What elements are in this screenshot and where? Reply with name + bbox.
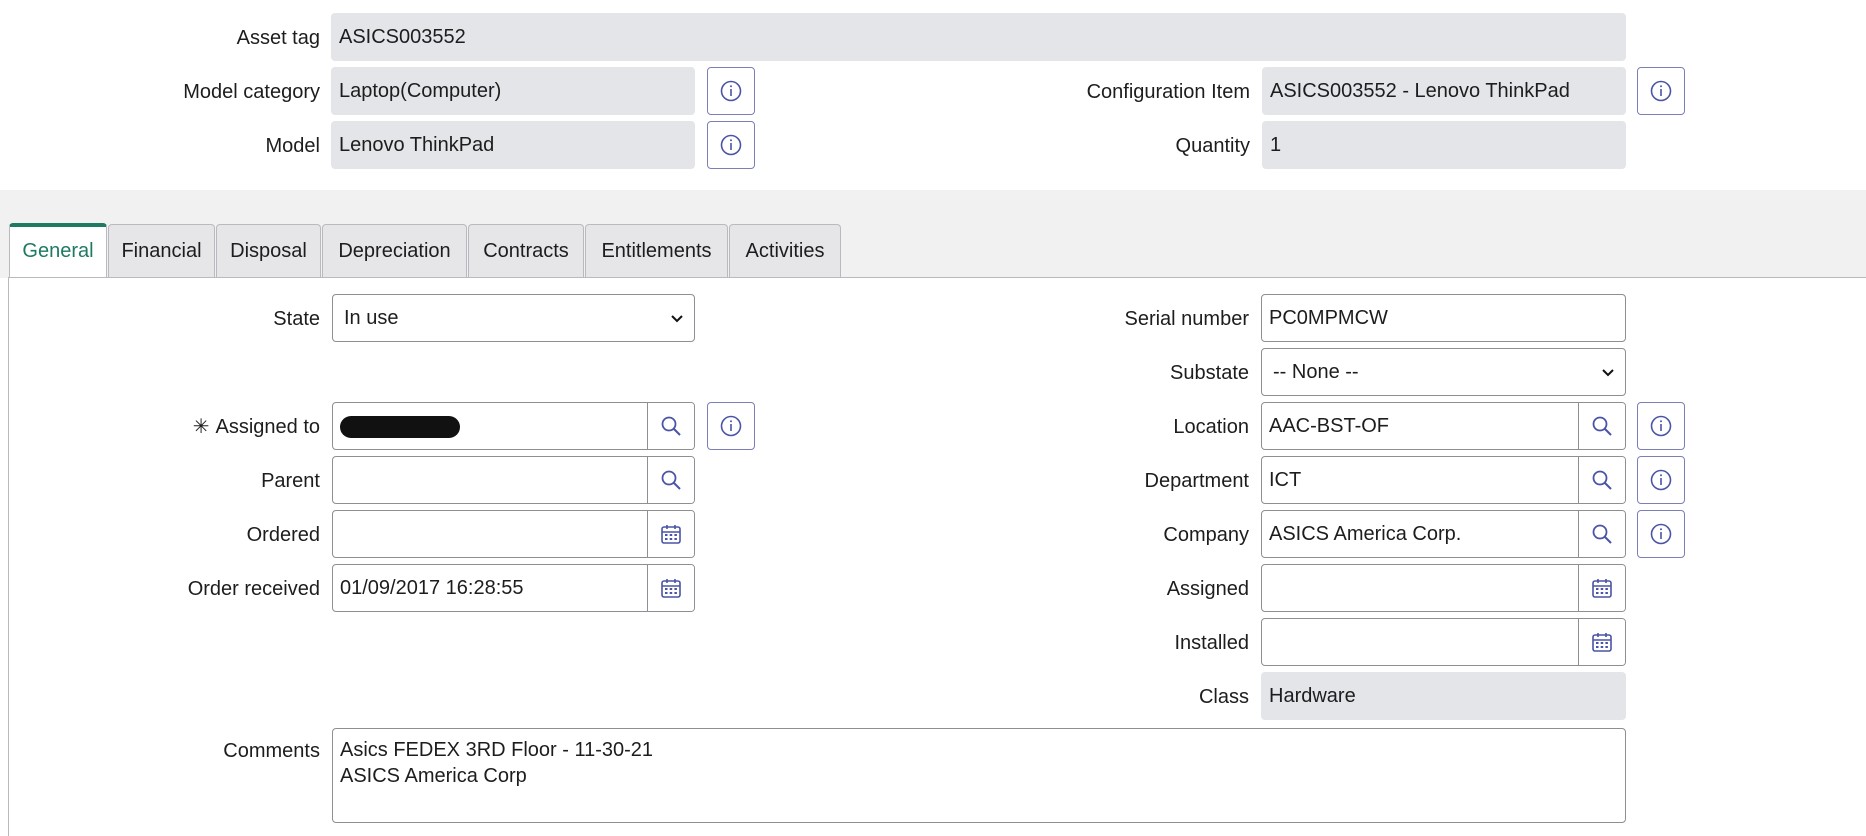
serial-number-input[interactable]: PC0MPMCW — [1261, 294, 1626, 342]
state-select[interactable]: In use — [332, 294, 695, 342]
department-info-button[interactable] — [1637, 456, 1685, 504]
form-left-border — [8, 277, 9, 836]
substate-select[interactable]: -- None -- — [1261, 348, 1626, 396]
location-input[interactable]: AAC-BST-OF — [1261, 402, 1626, 450]
company-lookup-button[interactable] — [1578, 511, 1625, 557]
substate-value: -- None -- — [1273, 361, 1359, 383]
tab-contracts[interactable]: Contracts — [468, 224, 584, 278]
tab-activities[interactable]: Activities — [729, 224, 841, 278]
info-icon — [1650, 80, 1672, 102]
order-received-value: 01/09/2017 16:28:55 — [340, 577, 524, 599]
state-label: State — [273, 308, 320, 330]
model-category-label: Model category — [183, 81, 320, 103]
parent-input[interactable] — [332, 456, 695, 504]
search-icon — [1592, 470, 1612, 490]
state-value: In use — [344, 307, 399, 329]
company-input[interactable]: ASICS America Corp. — [1261, 510, 1626, 558]
comments-label: Comments — [223, 740, 320, 762]
assigned-to-redacted-value — [340, 416, 460, 438]
location-info-button[interactable] — [1637, 402, 1685, 450]
tab-financial[interactable]: Financial — [108, 224, 215, 278]
calendar-icon — [661, 579, 681, 598]
model-label: Model — [265, 135, 320, 157]
ordered-calendar-button[interactable] — [647, 511, 694, 557]
assigned-calendar-button[interactable] — [1578, 565, 1625, 611]
tab-disposal[interactable]: Disposal — [216, 224, 321, 278]
department-label: Department — [1144, 470, 1250, 492]
search-icon — [1592, 524, 1612, 544]
company-value: ASICS America Corp. — [1269, 523, 1462, 545]
info-icon — [1650, 415, 1672, 437]
order-received-label: Order received — [187, 578, 320, 600]
search-icon — [1592, 416, 1612, 436]
parent-lookup-button[interactable] — [647, 457, 694, 503]
assigned-date-input[interactable] — [1261, 564, 1626, 612]
assigned-to-info-button[interactable] — [707, 402, 755, 450]
serial-number-value: PC0MPMCW — [1269, 307, 1388, 329]
ordered-input[interactable] — [332, 510, 695, 558]
company-info-button[interactable] — [1637, 510, 1685, 558]
tab-depreciation[interactable]: Depreciation — [322, 224, 467, 278]
installed-calendar-button[interactable] — [1578, 619, 1625, 665]
model-category-field: Laptop(Computer) — [331, 67, 695, 115]
quantity-label: Quantity — [1175, 135, 1250, 157]
configuration-item-info-button[interactable] — [1637, 67, 1685, 115]
info-icon — [720, 134, 742, 156]
model-info-button[interactable] — [707, 121, 755, 169]
comments-line-1: Asics FEDEX 3RD Floor - 11-30-21 — [340, 739, 654, 761]
quantity-field: 1 — [1262, 121, 1626, 169]
info-icon — [720, 415, 742, 437]
department-input[interactable]: ICT — [1261, 456, 1626, 504]
info-icon — [720, 80, 742, 102]
info-icon — [1650, 523, 1672, 545]
chevron-down-icon — [671, 315, 683, 323]
model-field: Lenovo ThinkPad — [331, 121, 695, 169]
order-received-input[interactable]: 01/09/2017 16:28:55 — [332, 564, 695, 612]
installed-date-input[interactable] — [1261, 618, 1626, 666]
configuration-item-field: ASICS003552 - Lenovo ThinkPad — [1262, 67, 1626, 115]
info-icon — [1650, 469, 1672, 491]
required-marker: ✳ — [192, 416, 210, 438]
asset-tag-label: Asset tag — [236, 27, 320, 49]
installed-label: Installed — [1174, 632, 1250, 654]
comments-line-2: ASICS America Corp — [340, 765, 527, 787]
tab-divider — [8, 277, 1866, 278]
chevron-down-icon — [1602, 369, 1614, 377]
calendar-icon — [661, 525, 681, 544]
class-field: Hardware — [1261, 672, 1626, 720]
tab-general[interactable]: General — [9, 223, 107, 278]
calendar-icon — [1592, 579, 1612, 598]
company-label: Company — [1163, 524, 1249, 546]
assigned-to-label: ✳ Assigned to — [193, 415, 320, 439]
asset-tag-field: ASICS003552 — [331, 13, 1626, 61]
ordered-label: Ordered — [246, 524, 320, 546]
assigned-to-label-text: Assigned to — [215, 416, 320, 438]
department-value: ICT — [1269, 469, 1302, 491]
class-label: Class — [1198, 686, 1249, 708]
calendar-icon — [1592, 633, 1612, 652]
location-value: AAC-BST-OF — [1269, 415, 1390, 437]
search-icon — [661, 416, 681, 436]
substate-label: Substate — [1170, 362, 1249, 384]
order-received-calendar-button[interactable] — [647, 565, 694, 611]
serial-number-label: Serial number — [1124, 308, 1249, 330]
parent-label: Parent — [261, 470, 320, 492]
assigned-label: Assigned — [1166, 578, 1249, 600]
location-label: Location — [1173, 416, 1249, 438]
configuration-item-label: Configuration Item — [1086, 81, 1250, 103]
location-lookup-button[interactable] — [1578, 403, 1625, 449]
assigned-to-lookup-button[interactable] — [647, 403, 694, 449]
department-lookup-button[interactable] — [1578, 457, 1625, 503]
search-icon — [661, 470, 681, 490]
comments-textarea[interactable]: Asics FEDEX 3RD Floor - 11-30-21 ASICS A… — [332, 728, 1626, 823]
tab-entitlements[interactable]: Entitlements — [585, 224, 728, 278]
model-category-info-button[interactable] — [707, 67, 755, 115]
